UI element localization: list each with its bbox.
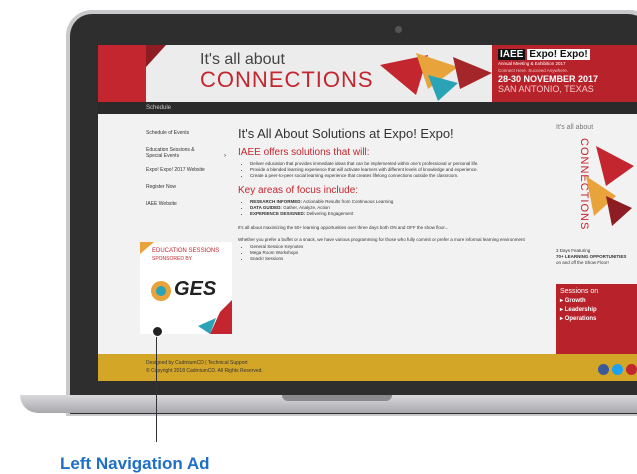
ges-brand: GES (174, 278, 217, 300)
webcam (395, 26, 402, 33)
ad-line1: EDUCATION SESSIONS (152, 248, 220, 254)
callout-caption: Left Navigation Ad (60, 454, 210, 473)
footer-links[interactable]: Designed by CadmiumCD | Technical Suppor… (146, 360, 637, 366)
programming-list: General Session Keynotes Mega Room Works… (238, 244, 556, 262)
banner-location: SAN ANTONIO, TEXAS (498, 84, 594, 94)
site-footer: Designed by CadmiumCD | Technical Suppor… (98, 354, 637, 381)
main-article: It's All About Solutions at Expo! Expo! … (238, 126, 556, 262)
facebook-icon[interactable] (598, 364, 609, 375)
list-item: EXPERIENCE DESIGNED: Delivering Engageme… (250, 211, 556, 217)
session-item: ▸ Growth (560, 298, 586, 304)
callout-line (156, 330, 157, 442)
chevron-right-icon: › (224, 153, 226, 159)
right-sidebar-ad[interactable]: It's all about CONNECTIONS 3 Days Featur… (556, 124, 637, 354)
page-title: It's All About Solutions at Expo! Expo! (238, 126, 454, 141)
ad-line2: SPONSORED BY (152, 256, 193, 262)
focus-heading: Key areas of focus include: (238, 185, 359, 196)
right-ad-triangles (586, 146, 634, 226)
sidebar-item-iaee-website[interactable]: IAEE Website (146, 201, 228, 207)
focus-list: RESEARCH INFORMED: Actionable Results fr… (238, 199, 556, 217)
callout-dot (152, 326, 163, 337)
session-item: ▸ Operations (560, 316, 597, 322)
sessions-panel: Sessions on ▸ Growth ▸ Leadership ▸ Oper… (556, 284, 637, 354)
intro-paragraph: It's all about maximizing the 50+ learni… (238, 225, 449, 230)
expo-logo: Expo! Expo! (527, 49, 590, 60)
solutions-list: Deliver education that provides immediat… (238, 161, 556, 179)
iaee-logo: IAEE (498, 49, 526, 60)
list-item: Snack! Sessions (250, 256, 556, 262)
ges-logo-icon (150, 280, 172, 302)
nav-item-schedule[interactable]: Schedule (146, 105, 171, 111)
footer-copyright: © Copyright 2018 CadmiumCD. All Rights R… (146, 368, 263, 374)
sidebar-item-expo-website[interactable]: Expo! Expo! 2017 Website (146, 167, 228, 173)
solutions-heading: IAEE offers solutions that will: (238, 147, 370, 158)
banner-tagline-big: CONNECTIONS (200, 67, 374, 92)
site-banner: It's all about CONNECTIONS IAEE Expo! Ex… (98, 45, 637, 102)
session-item: ▸ Leadership (560, 307, 597, 313)
left-sidebar: Schedule of Events Education Sessions & … (146, 130, 228, 207)
right-ad-small: It's all about (556, 124, 594, 131)
laptop-notch (282, 395, 392, 401)
sidebar-item-schedule[interactable]: Schedule of Events (146, 130, 228, 136)
logo-subtitle: Annual Meeting & Exhibition 2017 (498, 61, 566, 66)
sidebar-item-education[interactable]: Education Sessions & Special Events (146, 147, 202, 159)
twitter-icon[interactable] (612, 364, 623, 375)
list-item: Create a peer-to-peer social learning ex… (250, 173, 556, 179)
youtube-icon[interactable] (626, 364, 637, 375)
sidebar-item-register[interactable]: Register Now (146, 184, 228, 190)
banner-dates: 28-30 NOVEMBER 2017 (498, 74, 599, 84)
banner-slogan: Connect Here. Succeed Anywhere. (498, 68, 569, 73)
sessions-title: Sessions on (560, 288, 599, 295)
right-ad-copy: 3 Days Featuring 70+ LEARNING OPPORTUNIT… (556, 248, 627, 265)
top-nav: Schedule (98, 102, 637, 114)
banner-right-panel: IAEE Expo! Expo! Annual Meeting & Exhibi… (492, 45, 637, 102)
programming-paragraph: Whether you prefer a buffet or a snack, … (238, 237, 525, 242)
left-navigation-ad[interactable]: EDUCATION SESSIONS SPONSORED BY GES (140, 242, 232, 334)
